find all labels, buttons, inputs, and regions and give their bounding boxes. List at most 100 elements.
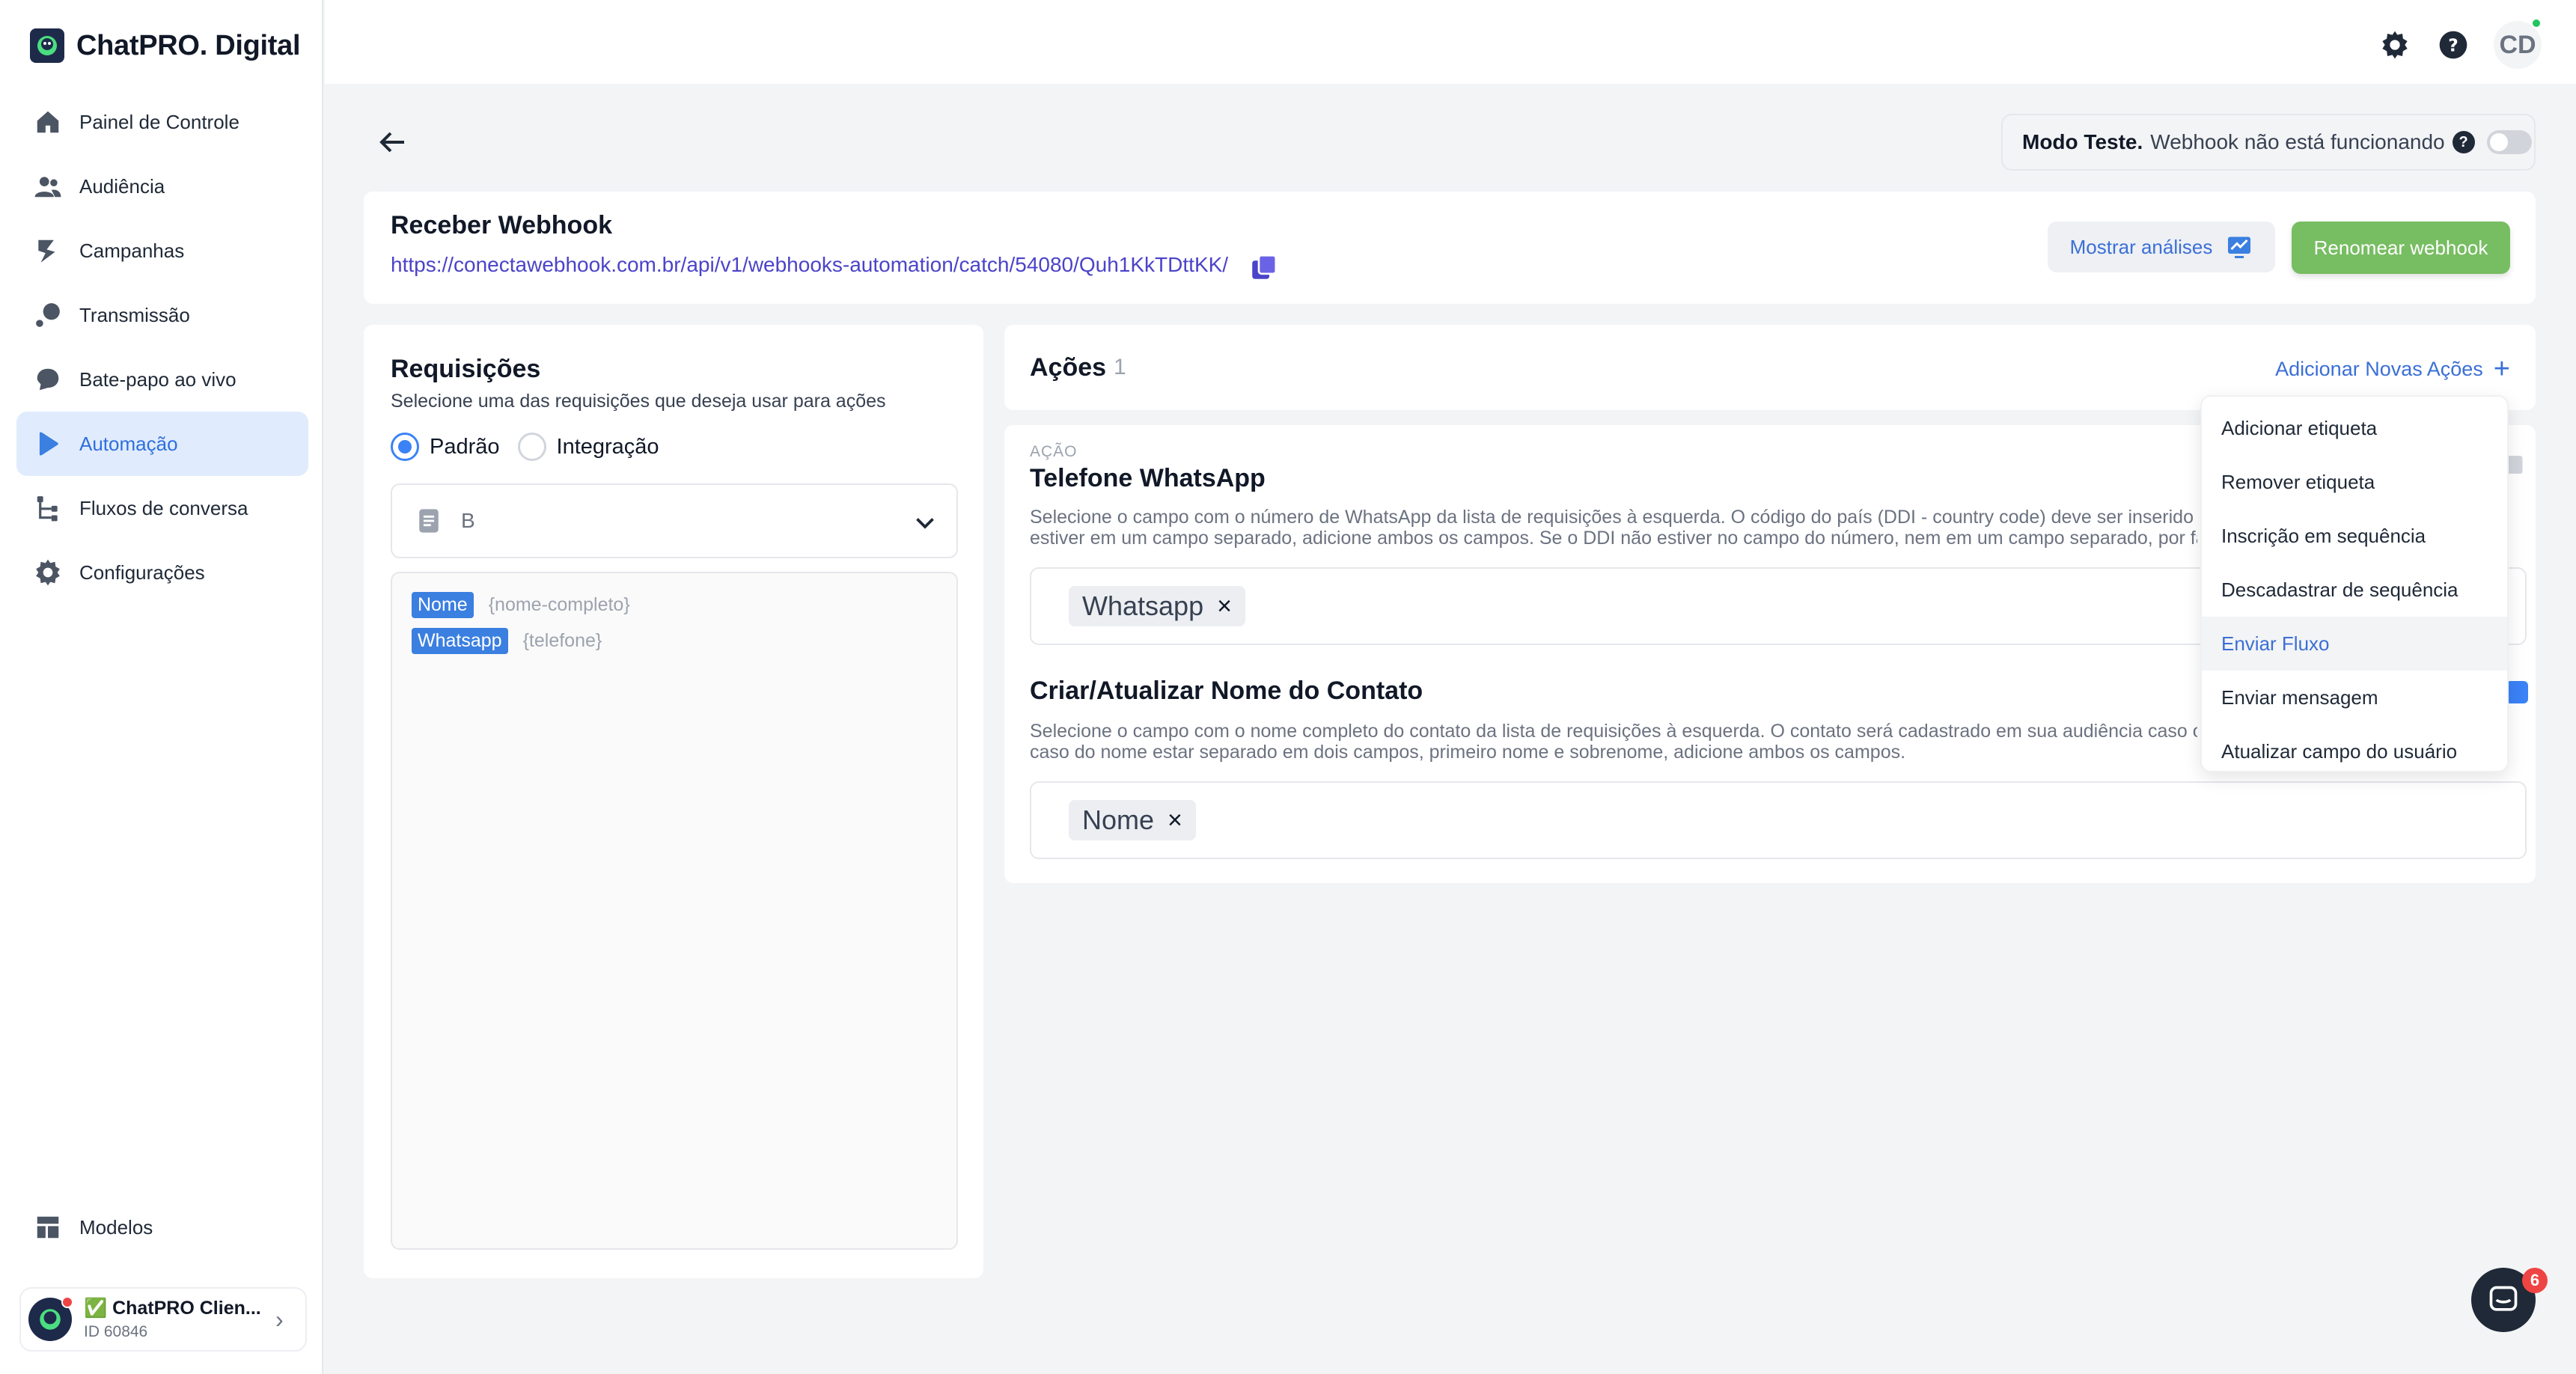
- radio-integration[interactable]: [517, 433, 546, 461]
- show-analytics-button[interactable]: Mostrar análises: [2048, 222, 2275, 272]
- action-description-line: Selecione o campo com o nome completo do…: [1030, 721, 2197, 742]
- action-title: Telefone WhatsApp: [1030, 464, 1266, 492]
- actions-title: Ações: [1030, 353, 1107, 382]
- play-icon: [33, 429, 63, 459]
- rename-webhook-button[interactable]: Renomear webhook: [2292, 222, 2510, 274]
- sidebar-item-label: Bate-papo ao vivo: [79, 367, 236, 391]
- menu-item-update-user-field[interactable]: Atualizar campo do usuário: [2202, 724, 2507, 778]
- broadcast-icon: [33, 300, 63, 330]
- webhook-url[interactable]: https://conectawebhook.com.br/api/v1/web…: [391, 253, 1228, 277]
- sidebar-item-label: Campanhas: [79, 239, 185, 262]
- sidebar-item-label: Painel de Controle: [79, 110, 239, 133]
- field-variable: {nome-completo}: [488, 593, 630, 615]
- settings-gear-icon[interactable]: [2377, 27, 2413, 63]
- copy-icon[interactable]: [1248, 251, 1280, 283]
- help-icon[interactable]: ?: [2435, 27, 2471, 63]
- radio-label: Padrão: [430, 434, 500, 459]
- document-icon: [419, 509, 439, 533]
- sidebar-item-label: Transmissão: [79, 303, 190, 326]
- selected-chip: Whatsapp ×: [1069, 586, 1245, 626]
- test-mode-label: Modo Teste.: [2022, 130, 2143, 153]
- test-mode-help-icon[interactable]: ?: [2452, 131, 2475, 153]
- user-avatar[interactable]: CD: [2494, 18, 2542, 69]
- action-description: Selecione o campo com o número de WhatsA…: [1030, 507, 2197, 549]
- request-select[interactable]: B: [391, 483, 958, 558]
- sidebar-item-dashboard[interactable]: Painel de Controle: [16, 90, 308, 154]
- svg-text:?: ?: [2448, 34, 2459, 55]
- sidebar-item-audience[interactable]: Audiência: [16, 154, 308, 219]
- menu-item-subscribe-sequence[interactable]: Inscrição em sequência: [2202, 509, 2507, 563]
- brand[interactable]: ChatPRO. Digital: [30, 27, 301, 64]
- chip-label: Whatsapp: [1082, 590, 1204, 621]
- checkbox[interactable]: [2506, 681, 2528, 703]
- field-tag[interactable]: Whatsapp: [412, 627, 508, 654]
- back-arrow-icon[interactable]: [374, 124, 410, 160]
- sidebar-item-templates[interactable]: Modelos: [16, 1195, 308, 1260]
- chip-label: Nome: [1082, 804, 1155, 835]
- action-title: Criar/Atualizar Nome do Contato: [1030, 677, 1423, 705]
- contact-name-field-input[interactable]: Nome ×: [1030, 781, 2527, 859]
- request-fields-list: Nome {nome-completo} Whatsapp {telefone}: [391, 572, 958, 1250]
- account-switcher[interactable]: ✅ ChatPRO Clien... ID 60846 ›: [19, 1287, 307, 1352]
- sidebar: ChatPRO. Digital Painel de Controle Audi…: [0, 0, 323, 1374]
- remove-chip-icon[interactable]: ×: [1168, 806, 1182, 835]
- requests-title: Requisições: [391, 355, 541, 383]
- show-analytics-label: Mostrar análises: [2069, 235, 2213, 258]
- field-tag[interactable]: Nome: [412, 591, 474, 618]
- radio-option-integration[interactable]: Integração: [517, 433, 659, 461]
- sidebar-item-label: Configurações: [79, 561, 205, 584]
- top-bar: ? CD: [325, 0, 2576, 84]
- menu-item-unsubscribe-sequence[interactable]: Descadastrar de sequência: [2202, 563, 2507, 617]
- test-mode-bar: Modo Teste. Webhook não está funcionando…: [2001, 114, 2536, 171]
- sidebar-item-label: Automação: [79, 432, 178, 455]
- top-icons: ? CD: [2377, 18, 2542, 69]
- home-icon: [33, 107, 63, 137]
- chevron-right-icon: ›: [275, 1305, 284, 1333]
- account-id: ID 60846: [84, 1323, 148, 1341]
- plus-icon: +: [2493, 353, 2510, 385]
- action-label: AÇÃO: [1030, 443, 1078, 460]
- action-description-line: estiver em um campo separado, adicione a…: [1030, 527, 2197, 549]
- analytics-chart-icon: [2228, 236, 2251, 258]
- test-mode-toggle[interactable]: [2486, 130, 2532, 154]
- radio-default[interactable]: [391, 433, 419, 461]
- account-info: ✅ ChatPRO Clien... ID 60846: [84, 1297, 263, 1341]
- user-initials: CD: [2499, 30, 2536, 59]
- menu-item-remove-tag[interactable]: Remover etiqueta: [2202, 455, 2507, 509]
- users-icon: [33, 171, 63, 201]
- flow-icon: [33, 493, 63, 523]
- field-variable: {telefone}: [522, 629, 602, 651]
- selected-chip: Nome ×: [1069, 800, 1196, 840]
- sidebar-item-settings[interactable]: Configurações: [16, 540, 308, 605]
- list-item[interactable]: Nome {nome-completo}: [412, 587, 937, 623]
- sidebar-nav: Painel de Controle Audiência Campanhas T…: [16, 90, 308, 605]
- chat-icon: [2489, 1286, 2518, 1311]
- menu-item-send-flow[interactable]: Enviar Fluxo: [2202, 617, 2507, 671]
- sidebar-item-flows[interactable]: Fluxos de conversa: [16, 476, 308, 540]
- menu-item-add-tag[interactable]: Adicionar etiqueta: [2202, 401, 2507, 455]
- chevron-down-icon: [916, 518, 934, 529]
- add-actions-button[interactable]: Adicionar Novas Ações +: [2275, 355, 2510, 383]
- sidebar-item-live-chat[interactable]: Bate-papo ao vivo: [16, 347, 308, 412]
- webhook-title: Receber Webhook: [391, 211, 613, 239]
- gear-icon: [33, 558, 63, 587]
- list-item[interactable]: Whatsapp {telefone}: [412, 623, 937, 659]
- campaign-icon: [33, 236, 63, 266]
- sidebar-item-campaigns[interactable]: Campanhas: [16, 219, 308, 283]
- chat-bubble-icon: [33, 364, 63, 394]
- requests-panel: Requisições Selecione uma das requisiçõe…: [364, 325, 983, 1278]
- sidebar-item-broadcast[interactable]: Transmissão: [16, 283, 308, 347]
- notification-dot: [61, 1296, 73, 1308]
- requests-subtitle: Selecione uma das requisições que deseja…: [391, 391, 886, 412]
- account-name: ✅ ChatPRO Clien...: [84, 1298, 261, 1319]
- radio-option-default[interactable]: Padrão: [391, 433, 500, 461]
- request-type-radio-group: Padrão Integração: [391, 433, 659, 461]
- sidebar-item-automation[interactable]: Automação: [16, 412, 308, 476]
- action-description-line: caso do nome estar separado em dois camp…: [1030, 741, 1906, 763]
- brand-name: ChatPRO. Digital: [76, 29, 301, 61]
- sidebar-item-label: Audiência: [79, 174, 165, 198]
- request-select-value: B: [461, 509, 475, 532]
- remove-chip-icon[interactable]: ×: [1217, 592, 1232, 621]
- menu-item-send-message[interactable]: Enviar mensagem: [2202, 671, 2507, 724]
- chat-unread-badge: 6: [2522, 1268, 2548, 1293]
